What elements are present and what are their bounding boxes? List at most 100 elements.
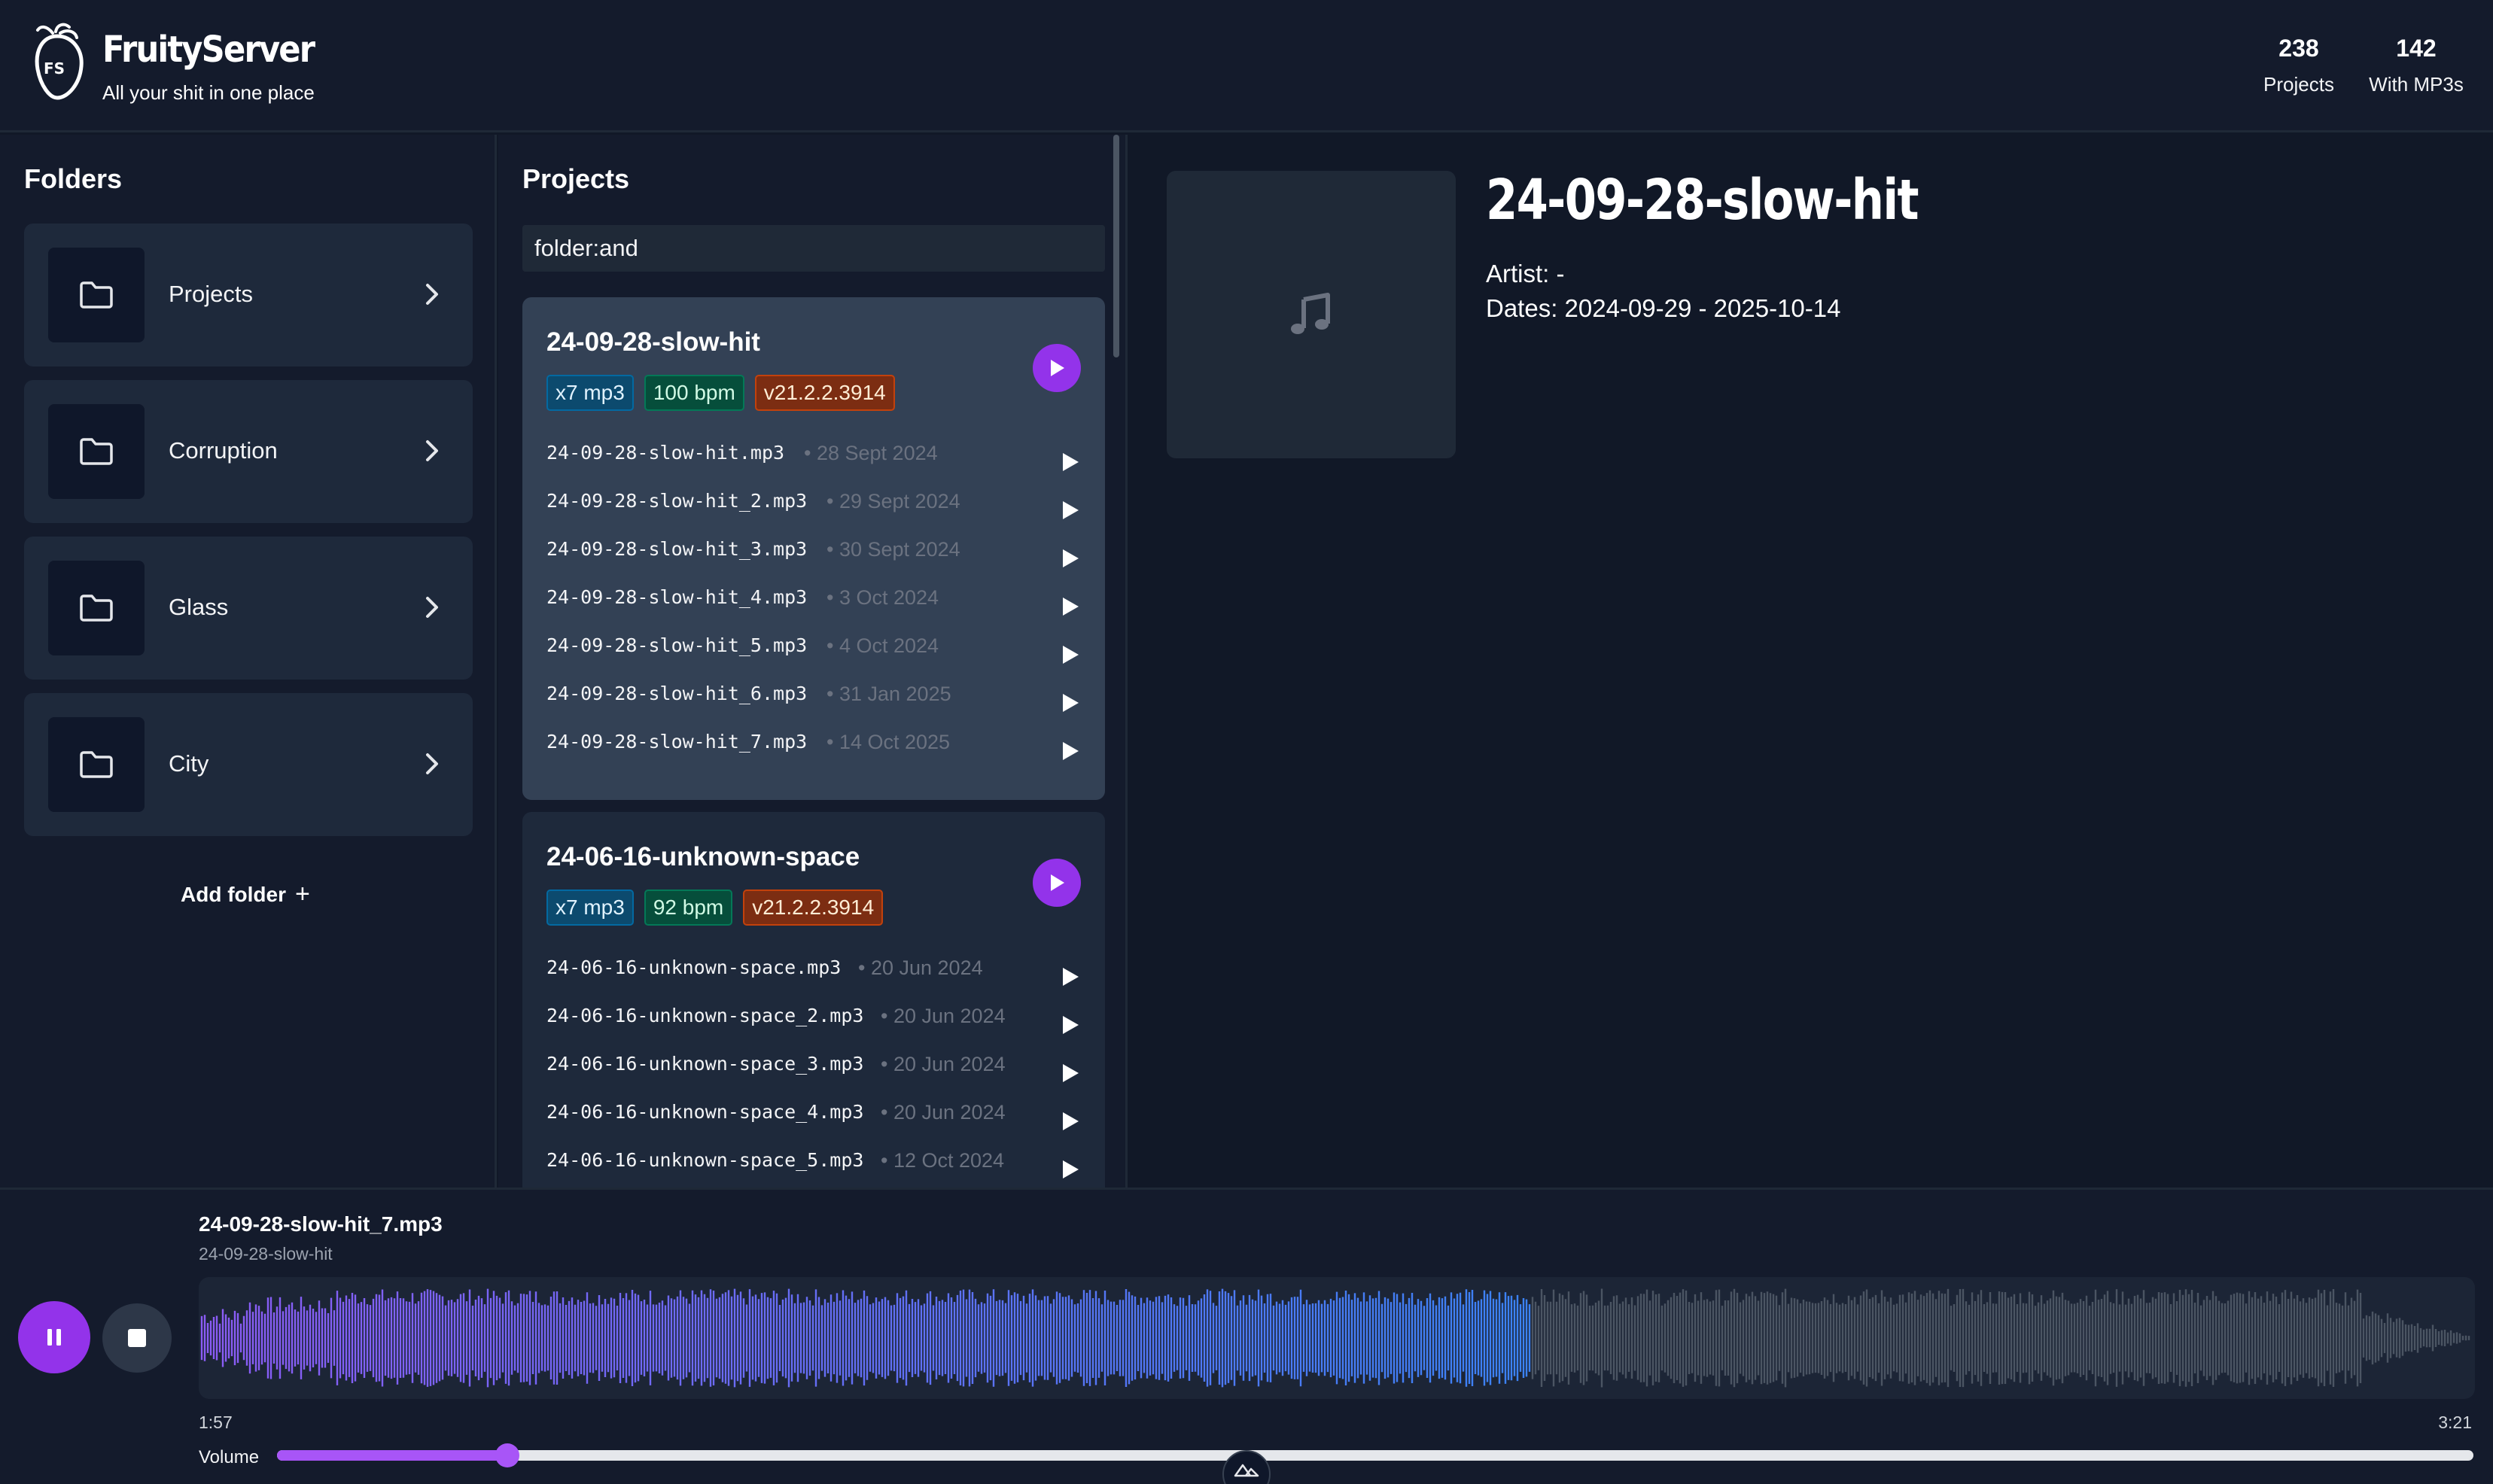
file-date: • 29 Sept 2024 [826,490,960,513]
folder-item-city[interactable]: City [24,693,473,836]
file-date-text: 20 Jun 2024 [870,956,983,979]
chevron-right-icon [426,284,438,305]
play-icon[interactable] [1060,1014,1081,1036]
folder-icon [80,438,113,465]
project-detail-panel: 24-09-28-slow-hit Artist: - Dates: 2024-… [1129,135,2493,1188]
volume-slider[interactable] [277,1443,2473,1467]
file-date: • 3 Oct 2024 [826,586,939,610]
chevron-right-icon [426,440,438,461]
bpm-badge: 92 bpm [644,889,733,926]
play-icon [1051,360,1064,376]
file-row[interactable]: 24-09-28-slow-hit_3.mp3 • 30 Sept 2024 [546,529,1081,577]
audio-player: 24-09-28-slow-hit_7.mp3 24-09-28-slow-hi… [0,1188,2493,1484]
file-name: 24-06-16-unknown-space_4.mp3 [546,1101,864,1123]
track-title: 24-09-28-slow-hit_7.mp3 [199,1212,443,1236]
play-project-button[interactable] [1033,859,1081,907]
stat-projects-value: 238 [2278,35,2319,62]
play-icon[interactable] [1060,740,1081,762]
file-separator: • [826,490,834,512]
play-icon [1051,874,1064,891]
play-icon[interactable] [1060,643,1081,666]
version-badge: v21.2.2.3914 [743,889,884,926]
file-date-text: 20 Jun 2024 [893,1053,1006,1075]
project-badges: x7 mp3 92 bpm v21.2.2.3914 [546,889,884,926]
file-name: 24-06-16-unknown-space_5.mp3 [546,1149,864,1171]
file-row[interactable]: 24-09-28-slow-hit_2.mp3 • 29 Sept 2024 [546,481,1081,529]
folder-item-corruption[interactable]: Corruption [24,380,473,523]
file-row[interactable]: 24-09-28-slow-hit.mp3 • 28 Sept 2024 [546,433,1081,481]
waveform-svg [200,1288,2470,1388]
file-separator: • [826,683,834,705]
file-row[interactable]: 24-09-28-slow-hit_7.mp3 • 14 Oct 2025 [546,722,1081,770]
file-date: • 20 Jun 2024 [881,1005,1006,1028]
file-date-text: 28 Sept 2024 [816,442,938,464]
folder-label: Projects [169,281,253,307]
project-name: 24-09-28-slow-hit [546,327,760,357]
folder-icon-box [48,248,145,342]
folder-item-glass[interactable]: Glass [24,537,473,680]
top-header: FS FruityServer All your shit in one pla… [0,0,2493,132]
file-row[interactable]: 24-06-16-unknown-space_2.mp3 • 20 Jun 20… [546,996,1081,1044]
fruity-logo-icon[interactable]: FS [30,23,87,101]
folder-icon-box [48,561,145,655]
project-card[interactable]: 24-06-16-unknown-space x7 mp3 92 bpm v21… [522,812,1105,1188]
cover-art [1167,171,1456,458]
folder-icon [80,595,113,622]
stat-with-mp3s-label: With MP3s [2369,73,2464,96]
file-date-text: 3 Oct 2024 [839,586,939,609]
play-icon[interactable] [1060,547,1081,570]
mp3-count-badge: x7 mp3 [546,375,634,411]
folder-label: Glass [169,594,229,620]
file-date-text: 30 Sept 2024 [839,538,960,561]
file-row[interactable]: 24-06-16-unknown-space_5.mp3 • 12 Oct 20… [546,1140,1081,1188]
file-date-text: 31 Jan 2025 [839,683,951,705]
file-name: 24-06-16-unknown-space_2.mp3 [546,1005,864,1026]
search-input[interactable] [522,225,1105,272]
file-row[interactable]: 24-09-28-slow-hit_6.mp3 • 31 Jan 2025 [546,674,1081,722]
file-separator: • [804,442,811,464]
file-row[interactable]: 24-09-28-slow-hit_5.mp3 • 4 Oct 2024 [546,625,1081,674]
file-date: • 20 Jun 2024 [881,1053,1006,1076]
stat-with-mp3s: 142 With MP3s [2365,35,2467,96]
file-date: • 4 Oct 2024 [826,634,939,658]
folder-item-projects[interactable]: Projects [24,224,473,366]
project-card[interactable]: 24-09-28-slow-hit x7 mp3 100 bpm v21.2.2… [522,297,1105,800]
detail-title: 24-09-28-slow-hit [1486,168,1919,233]
file-separator: • [826,586,834,609]
play-icon[interactable] [1060,1158,1081,1181]
file-date: • 30 Sept 2024 [826,538,960,561]
chevron-right-icon [426,753,438,774]
file-separator: • [881,1101,888,1124]
stat-projects-label: Projects [2263,73,2334,96]
play-project-button[interactable] [1033,344,1081,392]
waveform[interactable] [199,1277,2475,1399]
add-folder-button[interactable]: Add folder + [181,880,310,909]
mp3-count-badge: x7 mp3 [546,889,634,926]
file-row[interactable]: 24-06-16-unknown-space_3.mp3 • 20 Jun 20… [546,1044,1081,1092]
volume-label: Volume [199,1447,260,1467]
file-row[interactable]: 24-06-16-unknown-space_4.mp3 • 20 Jun 20… [546,1092,1081,1140]
stat-projects: 238 Projects [2249,35,2348,96]
bpm-badge: 100 bpm [644,375,744,411]
play-icon[interactable] [1060,966,1081,988]
folders-panel: Folders Projects Corruption Glass City A… [0,135,497,1188]
volume-thumb[interactable] [495,1443,520,1467]
file-row[interactable]: 24-09-28-slow-hit_4.mp3 • 3 Oct 2024 [546,577,1081,625]
project-badges: x7 mp3 100 bpm v21.2.2.3914 [546,375,895,411]
file-date: • 28 Sept 2024 [804,442,938,465]
play-icon[interactable] [1060,595,1081,618]
folder-icon [80,281,113,309]
projects-scrollbar[interactable] [1113,135,1119,357]
version-badge: v21.2.2.3914 [754,375,895,411]
folder-label: Corruption [169,437,278,464]
file-row[interactable]: 24-06-16-unknown-space.mp3 • 20 Jun 2024 [546,947,1081,996]
file-separator: • [881,1149,888,1172]
play-icon[interactable] [1060,1062,1081,1084]
stop-button[interactable] [102,1303,172,1373]
detail-dates: Dates: 2024-09-29 - 2025-10-14 [1486,294,1841,322]
play-icon[interactable] [1060,451,1081,473]
play-icon[interactable] [1060,1110,1081,1133]
play-icon[interactable] [1060,499,1081,522]
pause-button[interactable] [18,1301,90,1373]
play-icon[interactable] [1060,692,1081,714]
